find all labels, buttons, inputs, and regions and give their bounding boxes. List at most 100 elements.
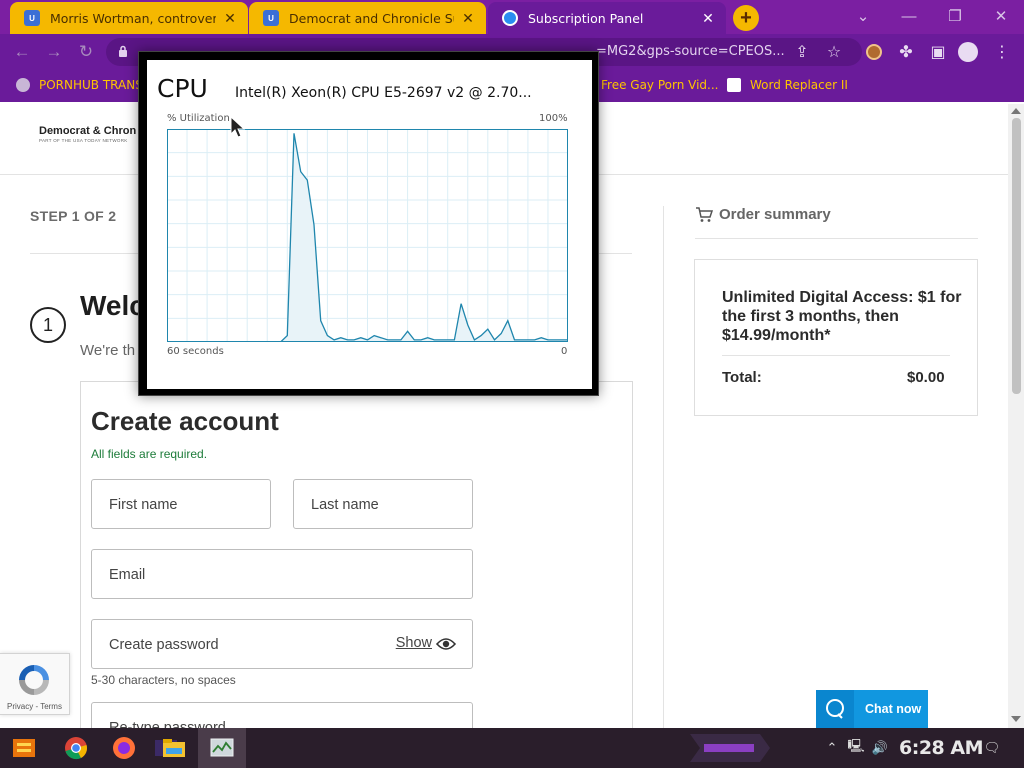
total-value: $0.00 [907,369,945,386]
create-password-field[interactable]: Create password Show [91,619,473,669]
last-name-field[interactable]: Last name [293,479,473,529]
usa-today-favicon: U [263,10,279,26]
bookmark-free-gay-porn-vid[interactable]: Free Gay Porn Vid... [601,78,718,92]
firefox-icon[interactable] [110,734,138,762]
system-clock[interactable]: 6:28 AM [899,737,984,759]
site-logo-tagline: PART OF THE USA TODAY NETWORK [39,138,128,143]
globe-favicon [502,10,518,26]
offer-description: Unlimited Digital Access: $1 for the fir… [722,289,962,344]
first-name-placeholder: First name [109,497,178,513]
side-panel-icon[interactable]: ▣ [928,42,948,62]
tab-title: Subscription Panel [528,10,644,26]
tab-morris-wortman[interactable]: U Morris Wortman, controversial ✕ [10,2,248,34]
page-scrollbar[interactable] [1008,104,1024,728]
show-password-link[interactable]: Show [396,635,432,651]
recaptcha-badge[interactable]: Privacy - Terms [0,653,70,715]
utilization-max-label: 100% [539,113,568,124]
cpu-title: CPU [157,74,208,103]
order-summary-divider [695,238,978,239]
total-label: Total: [722,369,762,386]
file-explorer-icon[interactable] [160,734,188,762]
window-close-icon[interactable]: ✕ [986,4,1016,28]
tab-title: Morris Wortman, controversial [50,10,216,26]
order-total-divider [722,355,950,356]
password-hint: 5-30 characters, no spaces [91,673,236,687]
bookmark-label: PORNHUB TRANS [39,78,143,92]
taskbar-decoration [690,734,770,762]
scroll-up-arrow-icon[interactable] [1011,108,1021,114]
globe-icon [16,78,30,92]
cpu-utilization-chart [167,129,568,342]
minimize-icon[interactable]: — [894,4,924,28]
order-summary-header: Order summary [695,206,831,223]
tray-expand-chevron-icon[interactable]: ⌃ [824,740,840,756]
tab-search-chevron-icon[interactable]: ⌄ [848,4,878,28]
bookmark-pornhub-trans[interactable]: PORNHUB TRANS [16,78,143,92]
back-arrow-icon[interactable]: ← [10,40,34,64]
restore-icon[interactable]: ❐ [940,4,970,28]
extension-avatar-icon[interactable] [864,42,884,62]
eye-icon[interactable] [436,637,456,651]
order-summary-title: Order summary [719,206,831,223]
extensions-puzzle-icon[interactable]: ✤ [896,42,916,62]
site-logo[interactable]: Democrat & Chron [39,125,136,137]
cpu-monitor-widget[interactable]: CPU Intel(R) Xeon(R) CPU E5-2697 v2 @ 2.… [138,51,599,396]
column-divider [663,206,664,728]
share-icon[interactable]: ⇪ [792,42,812,62]
browser-tab-strip: U Morris Wortman, controversial ✕ U Demo… [0,0,1024,34]
profile-icon[interactable] [958,42,978,62]
time-zero-label: 0 [561,346,568,357]
screen: U Morris Wortman, controversial ✕ U Demo… [0,0,1024,768]
recaptcha-links[interactable]: Privacy - Terms [7,702,62,711]
required-fields-note: All fields are required. [91,447,208,461]
time-window-label: 60 seconds [167,346,224,357]
chat-now-label: Chat now [865,702,922,716]
start-icon[interactable] [10,734,38,762]
welcome-heading: Welc [80,290,145,321]
shopping-cart-icon [696,206,713,222]
scroll-down-arrow-icon[interactable] [1011,716,1021,722]
network-icon[interactable]: 🖳 [847,738,864,756]
welcome-subtitle: We're th [80,342,136,359]
chrome-icon[interactable] [62,734,90,762]
volume-icon[interactable]: 🔊 [872,740,888,756]
email-field[interactable]: Email [91,549,473,599]
wr-extension-icon [727,78,741,92]
bookmark-word-replacer[interactable]: Word Replacer II [727,78,848,92]
email-placeholder: Email [109,567,146,583]
tab-title: Democrat and Chronicle Subsc [289,10,454,26]
notification-center-icon[interactable]: 🗨 [984,740,1001,756]
bookmark-label: Free Gay Porn Vid... [601,78,719,92]
tab-subscription-panel[interactable]: Subscription Panel ✕ [488,2,726,34]
recaptcha-icon [19,665,49,695]
last-name-placeholder: Last name [311,497,379,513]
step-number-badge: 1 [30,307,66,343]
windows-taskbar: ⌃ 🖳 🔊 6:28 AM 🗨 [0,728,1024,768]
chrome-menu-icon[interactable]: ⋮ [992,42,1012,62]
address-url: =MG2&gps-source=CPEOS... [596,44,785,59]
tab-democrat-chronicle[interactable]: U Democrat and Chronicle Subsc ✕ [249,2,486,34]
step-indicator: STEP 1 OF 2 [30,208,117,224]
bookmark-star-icon[interactable]: ☆ [824,42,844,62]
new-tab-button[interactable]: + [733,5,759,31]
chat-bubble-icon [816,690,854,728]
task-manager-icon[interactable] [208,734,236,762]
scrollbar-thumb[interactable] [1012,118,1021,394]
password-placeholder: Create password [109,637,219,653]
close-icon[interactable]: ✕ [460,10,476,27]
forward-arrow-icon[interactable]: → [42,40,66,64]
lock-icon [119,45,127,57]
usa-today-favicon: U [24,10,40,26]
retype-password-placeholder: Re-type password [109,720,226,728]
first-name-field[interactable]: First name [91,479,271,529]
cpu-model-name: Intel(R) Xeon(R) CPU E5-2697 v2 @ 2.70..… [235,85,532,101]
close-icon[interactable]: ✕ [700,10,716,27]
utilization-label: % Utilization [167,113,230,124]
create-account-title: Create account [91,406,279,436]
retype-password-field[interactable]: Re-type password [91,702,473,728]
bookmark-label: Word Replacer II [750,78,848,92]
close-icon[interactable]: ✕ [222,10,238,27]
mouse-cursor-icon [230,116,246,138]
chat-now-button[interactable]: Chat now [816,690,928,728]
reload-icon[interactable]: ↻ [74,40,98,64]
